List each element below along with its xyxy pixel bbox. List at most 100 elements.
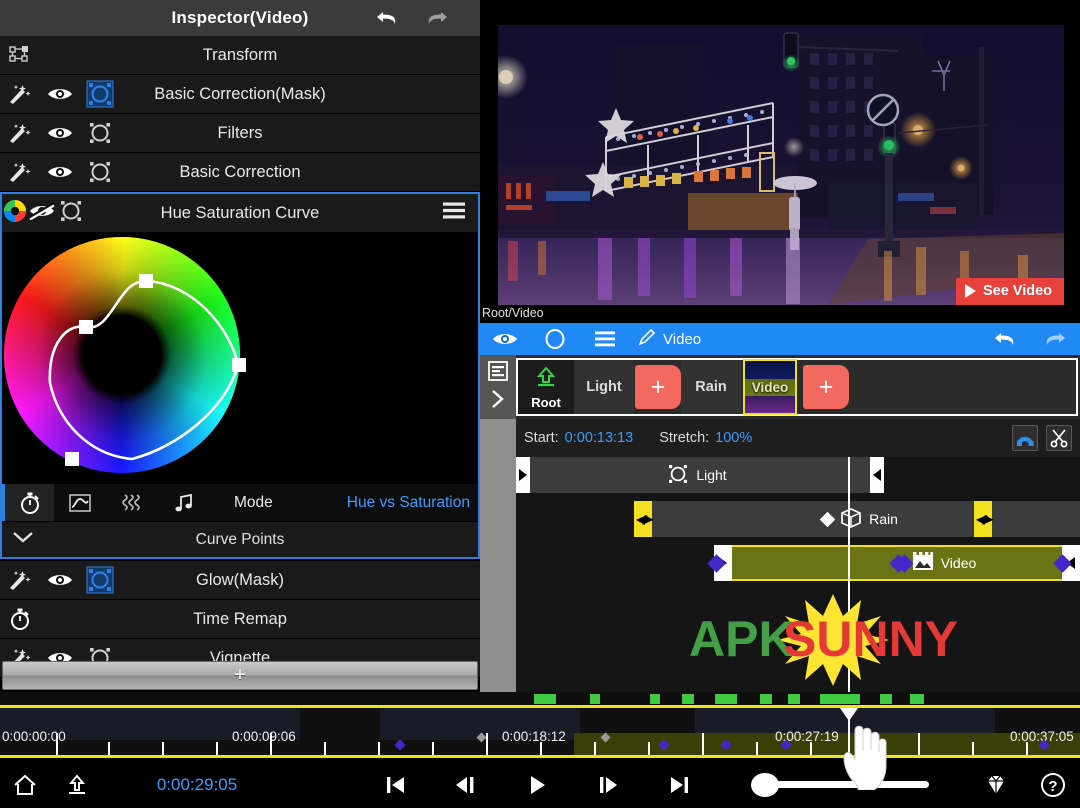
step-forward-icon[interactable] (573, 761, 644, 808)
mask-icon[interactable] (80, 119, 120, 147)
start-value[interactable]: 0:00:13:13 (565, 430, 634, 446)
timecode-display[interactable]: 0:00:29:05 (157, 775, 237, 795)
chevron-right-icon[interactable] (489, 389, 507, 414)
mask-icon[interactable] (80, 80, 120, 108)
info-bar-tools (1012, 425, 1080, 451)
clip-video[interactable]: Video (724, 545, 1080, 581)
nav-add-after-light-button[interactable]: + (635, 365, 681, 409)
curve-point-2 (232, 358, 246, 372)
list-icon[interactable] (487, 360, 509, 387)
clip-name: Rain (869, 511, 898, 527)
keyframe-stopwatch-icon[interactable] (2, 483, 54, 522)
export-icon[interactable] (49, 761, 104, 808)
effect-row-filters[interactable]: Filters (0, 114, 480, 153)
effect-row-basic-correction-mask[interactable]: Basic Correction(Mask) (0, 75, 480, 114)
rename-sequence-button[interactable]: Video (638, 328, 701, 351)
undo-icon[interactable] (980, 323, 1030, 355)
zoom-slider-knob[interactable] (751, 772, 780, 797)
nav-group-rain: Rain (681, 360, 741, 414)
curve-points-row[interactable]: Curve Points (2, 521, 478, 557)
eye-icon[interactable] (40, 572, 80, 588)
scissors-icon[interactable] (1046, 425, 1072, 451)
curve-mode-bar: Mode Hue vs Saturation (2, 483, 478, 522)
mask-icon[interactable] (80, 566, 120, 594)
nav-item-root[interactable]: Root (518, 360, 574, 414)
clip-name: Video (940, 555, 977, 571)
keyframe-blue-icon[interactable] (889, 553, 908, 573)
curve-graph-icon[interactable] (54, 484, 106, 522)
effect-label: Transform (202, 45, 278, 64)
clip-light-handle-right[interactable] (870, 457, 884, 493)
inspector-panel: Inspector(Video) Transform Basic Correct… (0, 0, 480, 706)
circle-icon[interactable] (530, 323, 580, 355)
mask-icon[interactable] (80, 158, 120, 186)
hue-saturation-wheel[interactable] (2, 233, 478, 483)
effect-row-glow-mask[interactable]: Glow(Mask) (0, 561, 480, 600)
color-wheel-icon (2, 198, 28, 229)
see-video-button[interactable]: See Video (955, 278, 1064, 305)
effect-row-hue-saturation-curve[interactable]: Hue Saturation Curve (2, 194, 478, 233)
nav-item-label: Rain (695, 379, 727, 395)
effect-row-basic-correction[interactable]: Basic Correction (0, 153, 480, 192)
skip-to-start-icon[interactable] (359, 761, 430, 808)
undo-icon[interactable] (372, 5, 402, 31)
home-icon[interactable] (0, 761, 49, 808)
timeline-tracks[interactable]: Light Rain ◀▶ ◀▶ Video (480, 457, 1080, 700)
curve-point-1 (139, 274, 153, 288)
play-icon[interactable] (502, 761, 573, 808)
magic-wand-icon (0, 161, 40, 183)
hamburger-icon[interactable] (440, 200, 468, 227)
nav-side-buttons[interactable] (480, 355, 516, 419)
mask-icon[interactable] (56, 197, 86, 230)
eye-icon[interactable] (40, 86, 80, 102)
nav-item-rain[interactable]: Rain (681, 360, 741, 414)
skip-to-end-icon[interactable] (644, 761, 715, 808)
nav-add-after-video-button[interactable]: + (803, 365, 849, 409)
video-preview[interactable]: See Video (498, 25, 1064, 305)
color-wheel-canvas[interactable] (2, 233, 478, 483)
marker-strip[interactable] (0, 692, 1080, 705)
add-effect-button[interactable]: + (2, 661, 478, 690)
eye-icon[interactable] (40, 164, 80, 180)
video-editor-app: Inspector(Video) Transform Basic Correct… (0, 0, 1080, 808)
effect-row-transform[interactable]: Transform (0, 36, 480, 75)
zoom-slider-track[interactable] (765, 781, 930, 788)
diamond-icon[interactable] (965, 761, 1026, 808)
breadcrumb[interactable]: Root/Video (480, 306, 1080, 323)
track-gutter[interactable] (480, 457, 516, 700)
help-icon[interactable]: ? (1027, 761, 1080, 808)
effect-label: Time Remap (193, 609, 287, 628)
zoom-slider[interactable] (751, 761, 930, 808)
effect-row-time-remap[interactable]: Time Remap (0, 600, 480, 639)
redo-icon[interactable] (1030, 323, 1080, 355)
clip-icon (910, 550, 936, 577)
timeline-ruler[interactable]: 0:00:00:00 0:00:09:06 0:00:18:12 0:00:27… (0, 705, 1080, 758)
svg-text:?: ? (1049, 778, 1058, 795)
clip-light[interactable]: Light (522, 457, 870, 493)
clip-light-handle-left[interactable] (516, 457, 530, 493)
stretch-value[interactable]: 100% (715, 430, 752, 446)
page-title: Inspector(Video) (171, 8, 309, 27)
timeline-playhead[interactable] (848, 457, 850, 700)
start-label: Start: (524, 430, 559, 446)
music-note-icon[interactable] (158, 484, 210, 522)
thumb-top (745, 361, 795, 379)
clip-rain-handle-left[interactable]: ◀▶ (634, 501, 652, 537)
clip-rain-handle-right[interactable]: ◀▶ (974, 501, 992, 537)
stretch-label: Stretch: (659, 430, 710, 446)
eye-icon[interactable] (40, 125, 80, 141)
step-back-icon[interactable] (430, 761, 501, 808)
mode-value[interactable]: Hue vs Saturation (347, 494, 470, 512)
redo-icon[interactable] (422, 5, 452, 31)
clip-label-group: Video (889, 550, 977, 577)
hamburger-icon[interactable] (580, 323, 630, 355)
nav-item-light[interactable]: Light (574, 360, 634, 414)
nav-item-video[interactable]: Video (743, 359, 797, 415)
eye-icon[interactable] (480, 323, 530, 355)
magnet-icon[interactable] (1012, 425, 1038, 451)
eye-off-icon[interactable] (28, 201, 56, 225)
thumb-bottom (745, 395, 795, 413)
clip-rain[interactable]: Rain (638, 501, 1080, 537)
ruler-playhead-handle[interactable] (840, 708, 858, 721)
wave-icon[interactable] (106, 484, 158, 522)
